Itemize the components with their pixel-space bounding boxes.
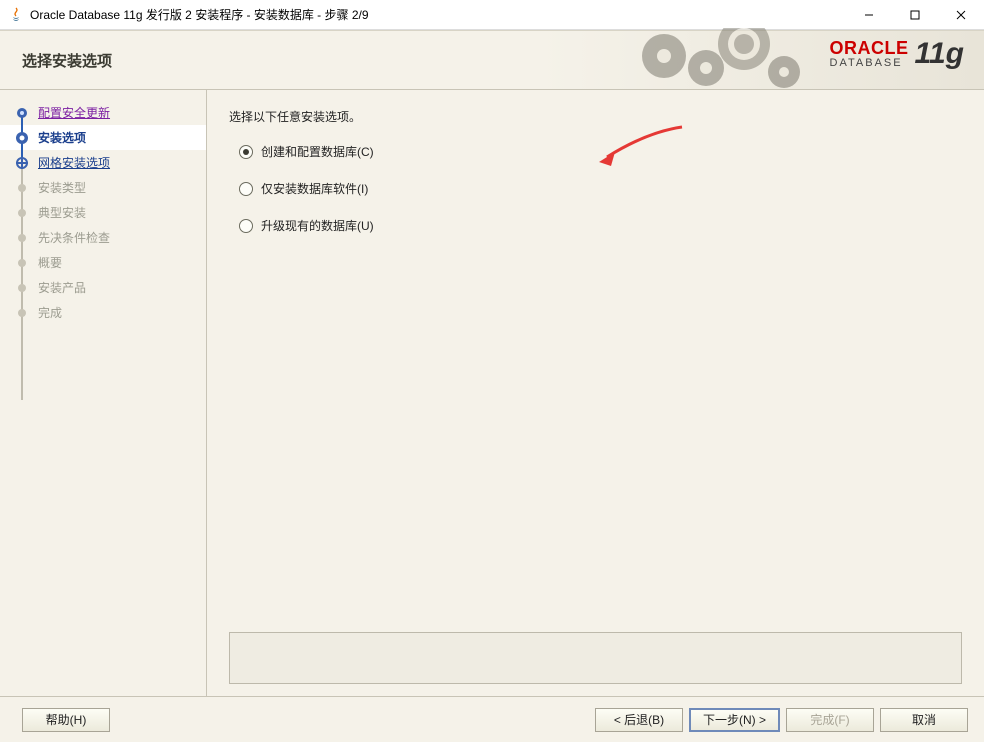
radio-icon[interactable] bbox=[239, 182, 253, 196]
step-label: 安装类型 bbox=[38, 179, 86, 196]
step-install-type: 安装类型 bbox=[0, 175, 206, 200]
header-banner: 选择安装选项 ORACLE DATABASE 11g bbox=[0, 30, 984, 90]
step-dot-icon bbox=[14, 305, 30, 321]
step-label: 先决条件检查 bbox=[38, 229, 110, 246]
footer: 帮助(H) < 后退(B) 下一步(N) > 完成(F) 取消 bbox=[0, 696, 984, 742]
step-dot-icon bbox=[14, 155, 30, 171]
body-area: 配置安全更新 安装选项 网格安装选项 安装类型 典型安装 bbox=[0, 90, 984, 696]
help-button[interactable]: 帮助(H) bbox=[22, 708, 110, 732]
step-label: 配置安全更新 bbox=[38, 104, 110, 121]
finish-button: 完成(F) bbox=[786, 708, 874, 732]
step-dot-icon bbox=[14, 230, 30, 246]
close-button[interactable] bbox=[938, 0, 984, 30]
step-dot-icon bbox=[14, 180, 30, 196]
step-dot-icon bbox=[14, 205, 30, 221]
window-controls bbox=[846, 0, 984, 30]
brand-database: DATABASE bbox=[830, 57, 909, 69]
step-grid-install-options[interactable]: 网格安装选项 bbox=[0, 150, 206, 175]
step-typical-install: 典型安装 bbox=[0, 200, 206, 225]
step-install-product: 安装产品 bbox=[0, 275, 206, 300]
brand-oracle: ORACLE bbox=[830, 39, 909, 57]
main-panel: 选择以下任意安装选项。 创建和配置数据库(C) 仅安装数据库软件(I) 升级现有… bbox=[207, 90, 984, 696]
page-title: 选择安装选项 bbox=[22, 50, 112, 71]
step-label: 完成 bbox=[38, 304, 62, 321]
option-create-configure-db[interactable]: 创建和配置数据库(C) bbox=[239, 143, 962, 160]
step-dot-icon bbox=[14, 280, 30, 296]
step-label: 典型安装 bbox=[38, 204, 86, 221]
next-button[interactable]: 下一步(N) > bbox=[689, 708, 780, 732]
step-summary: 概要 bbox=[0, 250, 206, 275]
instruction-text: 选择以下任意安装选项。 bbox=[229, 108, 962, 125]
step-dot-icon bbox=[14, 105, 30, 121]
window-title: Oracle Database 11g 发行版 2 安装程序 - 安装数据库 -… bbox=[30, 6, 369, 23]
titlebar: Oracle Database 11g 发行版 2 安装程序 - 安装数据库 -… bbox=[0, 0, 984, 30]
step-label: 安装选项 bbox=[38, 129, 86, 146]
step-label: 安装产品 bbox=[38, 279, 86, 296]
oracle-brand: ORACLE DATABASE 11g bbox=[830, 37, 964, 71]
step-prereq-checks: 先决条件检查 bbox=[0, 225, 206, 250]
minimize-button[interactable] bbox=[846, 0, 892, 30]
maximize-button[interactable] bbox=[892, 0, 938, 30]
step-dot-icon bbox=[14, 255, 30, 271]
option-upgrade-existing-db[interactable]: 升级现有的数据库(U) bbox=[239, 217, 962, 234]
step-label: 概要 bbox=[38, 254, 62, 271]
radio-icon[interactable] bbox=[239, 145, 253, 159]
radio-label: 仅安装数据库软件(I) bbox=[261, 180, 368, 197]
radio-icon[interactable] bbox=[239, 219, 253, 233]
step-configure-security-updates[interactable]: 配置安全更新 bbox=[0, 100, 206, 125]
step-label: 网格安装选项 bbox=[38, 154, 110, 171]
back-button[interactable]: < 后退(B) bbox=[595, 708, 683, 732]
step-install-options[interactable]: 安装选项 bbox=[0, 125, 206, 150]
step-dot-icon bbox=[14, 130, 30, 146]
option-install-software-only[interactable]: 仅安装数据库软件(I) bbox=[239, 180, 962, 197]
status-message-box bbox=[229, 632, 962, 684]
radio-label: 升级现有的数据库(U) bbox=[261, 217, 374, 234]
java-icon bbox=[8, 7, 24, 23]
brand-version: 11g bbox=[915, 37, 964, 71]
radio-label: 创建和配置数据库(C) bbox=[261, 143, 374, 160]
cancel-button[interactable]: 取消 bbox=[880, 708, 968, 732]
step-finish: 完成 bbox=[0, 300, 206, 325]
gears-decoration bbox=[634, 28, 804, 94]
sidebar: 配置安全更新 安装选项 网格安装选项 安装类型 典型安装 bbox=[0, 90, 207, 696]
